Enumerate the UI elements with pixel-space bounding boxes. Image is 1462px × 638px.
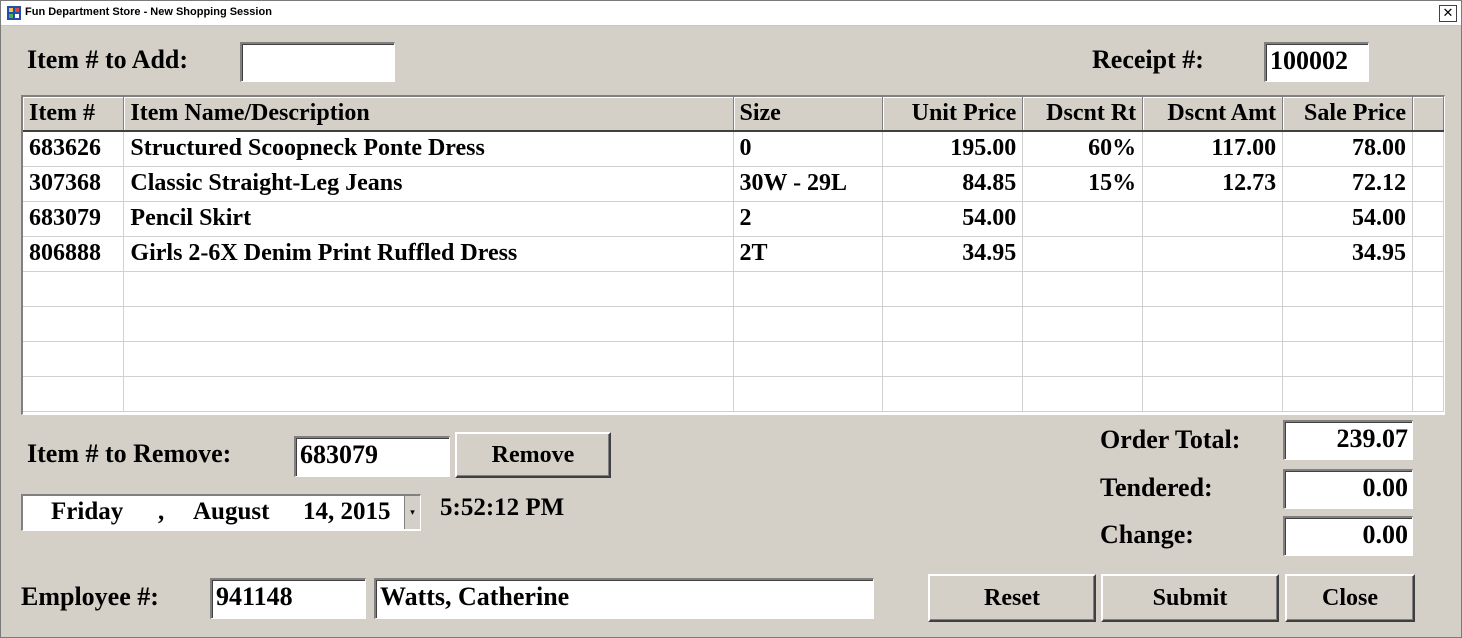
employee-label: Employee #:: [21, 582, 159, 611]
chevron-down-icon[interactable]: ▾: [404, 496, 420, 529]
col-header-discount-rate[interactable]: Dscnt Rt: [1022, 97, 1144, 132]
item-to-remove-input[interactable]: 683079: [294, 436, 450, 477]
cell-discount-amount[interactable]: 117.00: [1142, 131, 1284, 167]
table-row[interactable]: 683626 Structured Scoopneck Ponte Dress …: [23, 131, 1444, 167]
cell-filler: [1412, 131, 1444, 167]
cell-item-number[interactable]: 683626: [23, 131, 125, 167]
table-row[interactable]: 683079 Pencil Skirt 2 54.00 54.00: [23, 201, 1444, 237]
col-header-size[interactable]: Size: [733, 97, 884, 132]
change-field[interactable]: 0.00: [1283, 516, 1413, 556]
clock-time: 5:52:12 PM: [440, 494, 565, 521]
empty-row[interactable]: [23, 376, 1444, 412]
cell-discount-amount[interactable]: [1142, 201, 1284, 237]
empty-row[interactable]: [23, 341, 1444, 377]
window-title: Fun Department Store - New Shopping Sess…: [25, 6, 272, 18]
items-table: Item # Item Name/Description Size Unit P…: [23, 97, 1444, 412]
app-icon: [7, 6, 21, 20]
cell-filler: [1412, 201, 1444, 237]
cell-discount-amount[interactable]: [1142, 236, 1284, 272]
title-bar: Fun Department Store - New Shopping Sess…: [1, 1, 1461, 26]
cell-item-name[interactable]: Pencil Skirt: [123, 201, 734, 237]
submit-button[interactable]: Submit: [1101, 574, 1279, 622]
cell-discount-rate[interactable]: [1022, 201, 1144, 237]
item-to-add-input[interactable]: [240, 42, 395, 82]
cell-unit-price[interactable]: 34.95: [882, 236, 1024, 272]
cell-item-number[interactable]: 806888: [23, 236, 125, 272]
cell-unit-price[interactable]: 195.00: [882, 131, 1024, 167]
cell-discount-rate[interactable]: 60%: [1022, 131, 1144, 167]
date-weekday: Friday: [51, 498, 124, 525]
col-header-unit-price[interactable]: Unit Price: [882, 97, 1024, 132]
col-header-item-number[interactable]: Item #: [23, 97, 125, 132]
table-row[interactable]: 806888 Girls 2-6X Denim Print Ruffled Dr…: [23, 236, 1444, 272]
cell-size[interactable]: 0: [733, 131, 884, 167]
cell-filler: [1412, 166, 1444, 202]
tendered-field[interactable]: 0.00: [1283, 469, 1413, 509]
date-comma: ,: [158, 498, 165, 525]
close-button[interactable]: Close: [1285, 574, 1415, 622]
col-header-discount-amount[interactable]: Dscnt Amt: [1142, 97, 1284, 132]
item-to-remove-label: Item # to Remove:: [27, 439, 232, 468]
app-window: Fun Department Store - New Shopping Sess…: [0, 0, 1462, 638]
window-close-button[interactable]: ✕: [1439, 5, 1457, 22]
order-total-label: Order Total:: [1100, 425, 1241, 454]
date-month: August: [193, 498, 270, 525]
employee-number-field[interactable]: 941148: [210, 578, 366, 619]
col-header-filler: [1412, 97, 1444, 132]
col-header-item-name[interactable]: Item Name/Description: [123, 97, 734, 132]
order-total-field[interactable]: 239.07: [1283, 420, 1413, 460]
empty-row[interactable]: [23, 271, 1444, 307]
receipt-number-field[interactable]: 100002: [1264, 42, 1369, 82]
cell-unit-price[interactable]: 54.00: [882, 201, 1024, 237]
tendered-label: Tendered:: [1100, 473, 1213, 502]
cell-sale-price[interactable]: 78.00: [1282, 131, 1413, 167]
cell-size[interactable]: 2T: [733, 236, 884, 272]
cell-discount-rate[interactable]: [1022, 236, 1144, 272]
cell-discount-rate[interactable]: 15%: [1022, 166, 1144, 202]
cell-item-name[interactable]: Classic Straight-Leg Jeans: [123, 166, 734, 202]
col-header-sale-price[interactable]: Sale Price: [1282, 97, 1413, 132]
cell-size[interactable]: 30W - 29L: [733, 166, 884, 202]
employee-name-field[interactable]: Watts, Catherine: [374, 578, 874, 619]
item-to-add-label: Item # to Add:: [27, 45, 189, 74]
grid-header-row: Item # Item Name/Description Size Unit P…: [23, 97, 1444, 132]
cell-size[interactable]: 2: [733, 201, 884, 237]
remove-button[interactable]: Remove: [455, 432, 611, 478]
cell-filler: [1412, 236, 1444, 272]
cell-sale-price[interactable]: 72.12: [1282, 166, 1413, 202]
receipt-label: Receipt #:: [1092, 45, 1204, 74]
cell-item-name[interactable]: Structured Scoopneck Ponte Dress: [123, 131, 734, 167]
cell-item-number[interactable]: 683079: [23, 201, 125, 237]
table-row[interactable]: 307368 Classic Straight-Leg Jeans 30W - …: [23, 166, 1444, 202]
cell-sale-price[interactable]: 54.00: [1282, 201, 1413, 237]
cell-unit-price[interactable]: 84.85: [882, 166, 1024, 202]
date-day-year: 14, 2015: [303, 498, 391, 525]
empty-row[interactable]: [23, 306, 1444, 342]
cell-item-number[interactable]: 307368: [23, 166, 125, 202]
change-label: Change:: [1100, 520, 1194, 549]
date-picker[interactable]: Friday , August 14, 2015 ▾: [21, 494, 421, 531]
cell-discount-amount[interactable]: 12.73: [1142, 166, 1284, 202]
items-grid[interactable]: Item # Item Name/Description Size Unit P…: [21, 95, 1445, 415]
cell-item-name[interactable]: Girls 2-6X Denim Print Ruffled Dress: [123, 236, 734, 272]
cell-sale-price[interactable]: 34.95: [1282, 236, 1413, 272]
reset-button[interactable]: Reset: [928, 574, 1096, 622]
